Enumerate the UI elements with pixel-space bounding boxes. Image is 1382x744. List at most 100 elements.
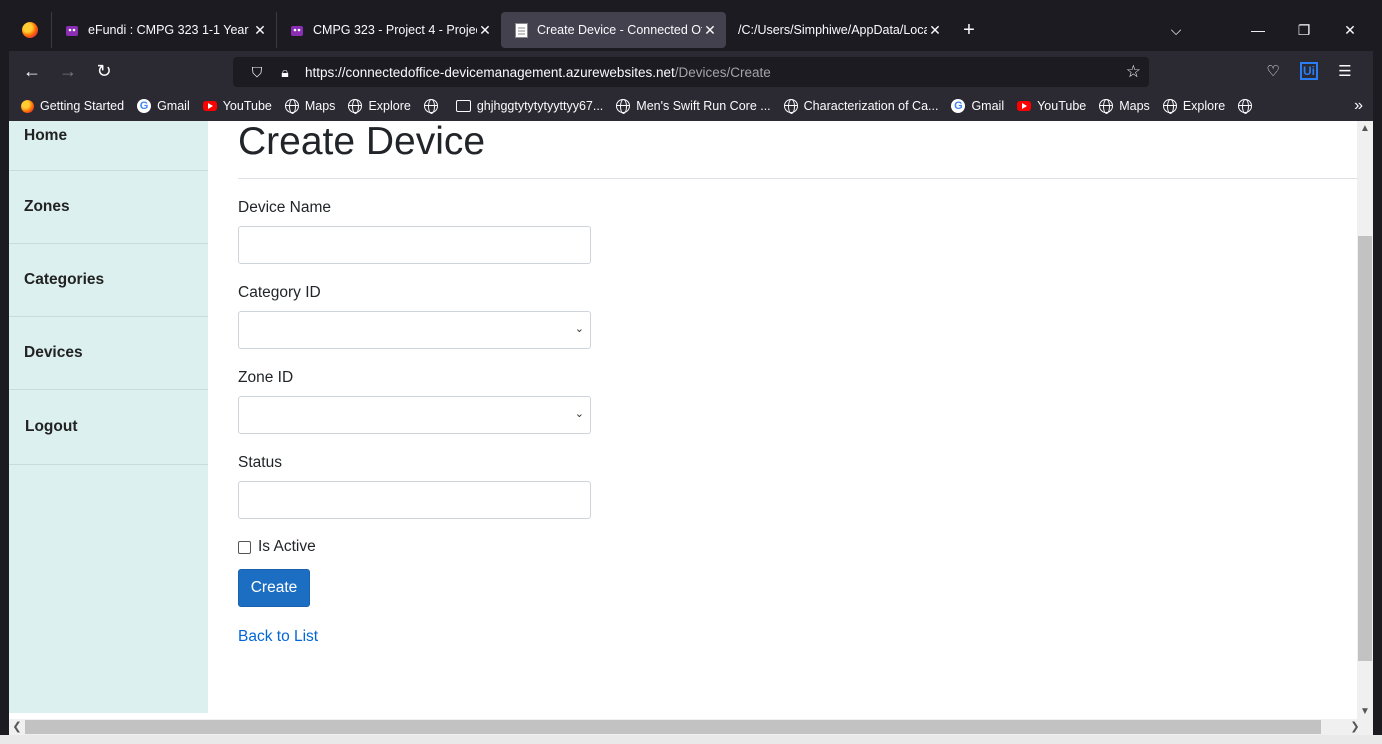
close-tab-icon[interactable]: ✕ [702,22,718,39]
sidebar-item-home[interactable]: Home [9,121,208,171]
url-text[interactable]: https://connectedoffice-devicemanagement… [305,65,771,80]
category-id-label: Category ID [238,284,321,301]
new-tab-icon[interactable]: + [951,19,987,42]
hamburger-menu-icon[interactable]: ☰ [1327,62,1363,80]
back-arrow-icon[interactable]: ← [14,61,50,82]
is-active-row: Is Active [238,538,591,556]
bookmark-label: YouTube [222,99,272,113]
globe-icon [423,98,439,114]
lock-icon[interactable]: 🔒︎ [271,64,299,81]
uipath-extension-icon[interactable]: Ui [1300,62,1318,80]
toolbar-right: ♡ Ui ☰ [1255,51,1363,91]
firefox-menu-icon[interactable] [9,9,51,51]
restore-icon[interactable]: ❐ [1281,22,1327,39]
bookmark-explore[interactable]: Explore [347,98,411,114]
scroll-up-arrow-icon[interactable]: ▲ [1357,123,1373,134]
youtube-icon [1016,98,1032,114]
back-to-list-link[interactable]: Back to List [238,628,591,646]
folder-icon [456,98,472,114]
horizontal-scroll-thumb[interactable] [25,720,1321,734]
bookmark-folder[interactable]: ghjhggtytytytyyttyy67... [456,98,603,114]
tab-project-brief[interactable]: CMPG 323 - Project 4 - Project Brief ✕ [276,12,501,48]
sidebar-item-devices[interactable]: Devices [9,317,208,390]
tab-title: /C:/Users/Simphiwe/AppData/Local [738,23,927,37]
taskbar-strip [0,735,1382,744]
efundi-icon [64,22,80,38]
bookmark-label: Gmail [971,99,1005,113]
tab-title: CMPG 323 - Project 4 - Project Brief [313,23,477,37]
chevron-down-icon: ⌄ [574,408,584,420]
device-name-input[interactable] [238,226,591,264]
sidebar: Home Zones Categories Devices Logout [9,121,208,713]
close-window-icon[interactable]: ✕ [1327,22,1373,39]
tab-local-file[interactable]: /C:/Users/Simphiwe/AppData/Local ✕ [726,12,951,48]
globe-icon [1237,98,1253,114]
navigation-toolbar: ← → ↻ ⛉ 🔒︎ https://connectedoffice-devic… [9,51,1373,91]
pocket-icon[interactable]: ♡ [1255,62,1291,80]
bookmark-swift-run[interactable]: Men's Swift Run Core ... [615,98,771,114]
efundi-icon [289,22,305,38]
create-device-form: Device Name Category ID ⌄ Zone ID ⌄ Stat… [238,199,591,646]
reload-icon[interactable]: ↻ [86,61,122,82]
close-tab-icon[interactable]: ✕ [252,22,268,39]
category-id-select[interactable]: ⌄ [238,311,591,349]
tab-efundi[interactable]: eFundi : CMPG 323 1-1 Year 2022 ✕ [51,12,276,48]
sidebar-item-label: Categories [24,271,105,288]
sidebar-item-label: Zones [24,198,70,215]
sidebar-item-label: Devices [24,344,83,361]
zone-id-select[interactable]: ⌄ [238,396,591,434]
google-icon: G [950,98,966,114]
page-title: Create Device [238,121,486,163]
scroll-right-arrow-icon[interactable]: ❯ [1347,719,1363,735]
address-bar[interactable]: ⛉ 🔒︎ https://connectedoffice-devicemanag… [233,57,1149,87]
horizontal-scrollbar[interactable]: ❮ ❯ [9,719,1373,735]
bookmark-untitled-2[interactable] [1237,98,1258,114]
bookmark-label: Getting Started [40,99,125,113]
globe-icon [284,98,300,114]
list-tabs-icon[interactable]: ⌵ [1153,22,1199,39]
bookmark-explore-2[interactable]: Explore [1162,98,1225,114]
bookmark-label: Explore [368,99,411,113]
bookmark-label: YouTube [1037,99,1087,113]
bookmark-youtube-2[interactable]: YouTube [1016,98,1086,114]
sidebar-item-categories[interactable]: Categories [9,244,208,317]
page-viewport: Home Zones Categories Devices Logout Cre… [9,121,1357,719]
shield-icon[interactable]: ⛉ [243,64,271,81]
close-tab-icon[interactable]: ✕ [927,22,943,39]
firefox-icon [19,98,35,114]
bookmark-label: Characterization of Ca... [803,99,939,113]
forward-arrow-icon[interactable]: → [50,61,86,82]
bookmark-getting-started[interactable]: Getting Started [19,98,124,114]
vertical-scroll-thumb[interactable] [1358,236,1372,661]
globe-icon [615,98,631,114]
close-tab-icon[interactable]: ✕ [477,22,493,39]
is-active-label: Is Active [258,538,316,555]
bookmark-untitled[interactable] [423,98,444,114]
sidebar-item-zones[interactable]: Zones [9,171,208,244]
tab-title: eFundi : CMPG 323 1-1 Year 2022 [88,23,252,37]
globe-icon [347,98,363,114]
vertical-scrollbar[interactable]: ▲ ▼ [1357,121,1373,719]
bookmark-star-icon[interactable]: ☆ [1126,62,1141,82]
google-icon: G [136,98,152,114]
status-input[interactable] [238,481,591,519]
page-icon [513,22,529,38]
bookmark-gmail[interactable]: G Gmail [136,98,190,114]
sidebar-item-logout[interactable]: Logout [9,390,208,465]
minimize-icon[interactable]: — [1235,22,1281,38]
globe-icon [783,98,799,114]
is-active-checkbox[interactable] [238,540,251,554]
bookmark-youtube[interactable]: YouTube [202,98,272,114]
bookmark-maps-2[interactable]: Maps [1098,98,1150,114]
tab-create-device[interactable]: Create Device - Connected Office ✕ [501,12,726,48]
scroll-left-arrow-icon[interactable]: ❮ [9,719,25,735]
bookmark-label: Maps [304,99,336,113]
bookmark-maps[interactable]: Maps [284,98,336,114]
more-bookmarks-chevron-icon[interactable]: » [1354,97,1363,115]
bookmark-gmail-2[interactable]: G Gmail [950,98,1004,114]
scroll-down-arrow-icon[interactable]: ▼ [1357,706,1373,717]
globe-icon [1162,98,1178,114]
device-name-label: Device Name [238,199,332,216]
create-button[interactable]: Create [238,569,310,607]
bookmark-characterization[interactable]: Characterization of Ca... [783,98,939,114]
